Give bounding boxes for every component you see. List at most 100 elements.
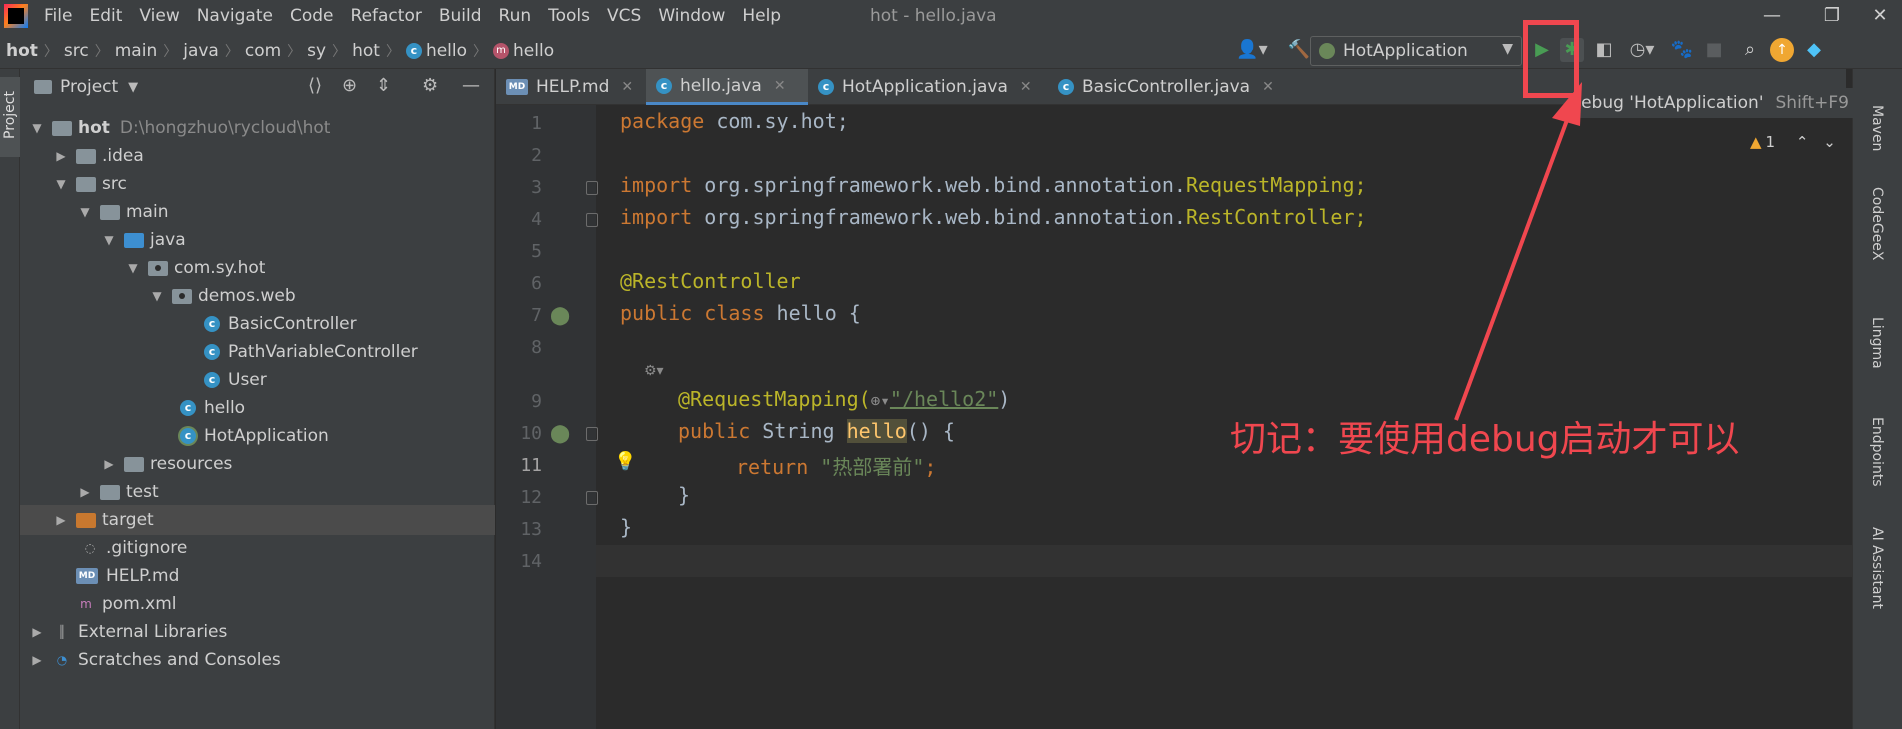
inspection-widget[interactable]: ▲ 1 ⌃ ⌄ bbox=[1750, 133, 1836, 151]
codegeex-tool-tab[interactable]: CodeGeeX bbox=[1853, 179, 1902, 289]
tab-help-md[interactable]: MD HELP.md ✕ bbox=[496, 69, 646, 105]
tree-item-label: main bbox=[126, 202, 169, 222]
tree-item-path-variable-controller[interactable]: c PathVariableController bbox=[20, 337, 495, 367]
tree-item-resources[interactable]: ▶ resources bbox=[20, 449, 495, 479]
chevron-down-icon[interactable]: ⌄ bbox=[1823, 133, 1836, 151]
chevron-right-icon: ▶ bbox=[32, 625, 42, 639]
maven-tool-tab[interactable]: Maven bbox=[1853, 69, 1902, 151]
ai-assistant-tool-tab[interactable]: AI Assistant bbox=[1853, 519, 1902, 649]
tree-item-java[interactable]: ▼ java bbox=[20, 225, 495, 255]
spring-bean-gutter-icon[interactable]: ⬤ bbox=[550, 305, 570, 326]
fold-marker-icon[interactable] bbox=[586, 213, 598, 227]
tree-item-idea[interactable]: ▶ .idea bbox=[20, 141, 495, 171]
tooltip-text: Debug 'HotApplication' bbox=[1568, 93, 1764, 113]
profile-icon[interactable]: ◷▾ bbox=[1622, 38, 1662, 62]
tab-hot-application-java[interactable]: c HotApplication.java ✕ bbox=[808, 69, 1038, 105]
stop-icon[interactable]: ■ bbox=[1702, 38, 1726, 62]
spring-boot-class-icon: c bbox=[180, 428, 196, 444]
close-icon[interactable]: ✕ bbox=[1262, 79, 1274, 95]
close-icon[interactable]: ✕ bbox=[621, 79, 633, 95]
lingma-tool-tab[interactable]: Lingma bbox=[1853, 309, 1902, 399]
hide-icon[interactable]: — bbox=[462, 75, 480, 96]
project-title[interactable]: Project bbox=[60, 77, 118, 97]
attach-debugger-icon[interactable]: 🐾 bbox=[1670, 38, 1694, 62]
search-icon[interactable]: ⌕ bbox=[1738, 38, 1762, 62]
code-token: org.springframework.web.bind.annotation. bbox=[692, 205, 1186, 229]
jetbrains-ai-icon[interactable]: ◆ bbox=[1802, 38, 1826, 62]
chevron-down-icon: ▼ bbox=[56, 177, 66, 191]
tree-item-basic-controller[interactable]: c BasicController bbox=[20, 309, 495, 339]
chevron-down-icon[interactable]: ▼ bbox=[128, 80, 138, 95]
line-number: 3 bbox=[531, 177, 542, 198]
tab-label: BasicController.java bbox=[1082, 77, 1251, 97]
code-token: public bbox=[678, 419, 751, 443]
tree-item-src[interactable]: ▼ src bbox=[20, 169, 495, 199]
gear-icon[interactable]: ⚙ bbox=[422, 75, 438, 96]
menu-file[interactable]: File bbox=[44, 6, 72, 26]
code-token[interactable]: "/hello2" bbox=[890, 387, 998, 411]
menu-view[interactable]: View bbox=[139, 6, 179, 26]
tree-item-hot-application[interactable]: c HotApplication bbox=[20, 421, 495, 451]
tool-tab-label: Lingma bbox=[1869, 317, 1885, 369]
project-tool-tab[interactable]: Project bbox=[0, 77, 20, 157]
fold-marker-icon[interactable] bbox=[586, 491, 598, 505]
tree-item-com-sy-hot[interactable]: ▼ com.sy.hot bbox=[20, 253, 495, 283]
request-mapping-gutter-icon[interactable]: ⬤ bbox=[550, 423, 570, 444]
tree-item-test[interactable]: ▶ test bbox=[20, 477, 495, 507]
menu-edit[interactable]: Edit bbox=[89, 6, 122, 26]
inlay-hint-icon[interactable]: ⚙▾ bbox=[644, 363, 664, 379]
code-token: RequestMapping; bbox=[1185, 173, 1367, 197]
endpoints-tool-tab[interactable]: Endpoints bbox=[1853, 409, 1902, 519]
close-button[interactable]: ✕ bbox=[1860, 2, 1900, 30]
menu-help[interactable]: Help bbox=[742, 6, 781, 26]
tree-item-external-libraries[interactable]: ▶ ║ External Libraries bbox=[20, 617, 495, 647]
code-token: import bbox=[620, 173, 693, 197]
menu-navigate[interactable]: Navigate bbox=[197, 6, 273, 26]
tree-item-help-md[interactable]: MD HELP.md bbox=[20, 561, 495, 591]
menu-build[interactable]: Build bbox=[439, 6, 482, 26]
menu-run[interactable]: Run bbox=[499, 6, 532, 26]
menu-window[interactable]: Window bbox=[658, 6, 725, 26]
tree-item-label: target bbox=[102, 510, 154, 530]
close-icon[interactable]: ✕ bbox=[1020, 79, 1032, 95]
tree-item-label: HELP.md bbox=[106, 566, 180, 586]
menu-vcs[interactable]: VCS bbox=[607, 6, 641, 26]
globe-icon[interactable]: ⊕▾ bbox=[871, 391, 890, 410]
code-token: com.sy.hot; bbox=[704, 109, 849, 133]
fold-marker-icon[interactable] bbox=[586, 427, 598, 441]
tree-item-user[interactable]: c User bbox=[20, 365, 495, 395]
update-icon[interactable]: ↑ bbox=[1770, 38, 1794, 62]
tree-item-target[interactable]: ▶ target bbox=[20, 505, 495, 535]
tab-hello-java[interactable]: c hello.java ✕ bbox=[646, 69, 808, 105]
tree-item-pom-xml[interactable]: m pom.xml bbox=[20, 589, 495, 619]
code-line-6: @RestController bbox=[620, 269, 801, 293]
tree-item-hello[interactable]: c hello bbox=[20, 393, 495, 423]
minimize-button[interactable]: — bbox=[1752, 2, 1792, 30]
tooltip-shortcut: Shift+F9 bbox=[1775, 93, 1849, 113]
tree-item-gitignore[interactable]: ◌ .gitignore bbox=[20, 533, 495, 563]
locate-icon[interactable]: ⊕ bbox=[342, 75, 357, 96]
menu-bar: File Edit View Navigate Code Refactor Bu… bbox=[0, 0, 1902, 32]
menu-refactor[interactable]: Refactor bbox=[351, 6, 422, 26]
window-title: hot - hello.java bbox=[870, 6, 997, 26]
lightbulb-icon[interactable]: 💡 bbox=[614, 451, 636, 472]
run-config-select[interactable]: HotApplication ▼ bbox=[1310, 36, 1522, 66]
collapse-all-icon[interactable]: ⇕ bbox=[376, 75, 391, 96]
chevron-right-icon: ▶ bbox=[56, 513, 66, 527]
tab-basic-controller-java[interactable]: c BasicController.java ✕ bbox=[1048, 69, 1288, 105]
tree-item-main[interactable]: ▼ main bbox=[20, 197, 495, 227]
tree-item-demos-web[interactable]: ▼ demos.web bbox=[20, 281, 495, 311]
tree-item-hot[interactable]: ▼ hot D:\hongzhuo\rycloud\hot bbox=[20, 113, 495, 143]
code-line-3: import org.springframework.web.bind.anno… bbox=[620, 173, 1367, 197]
menu-tools[interactable]: Tools bbox=[548, 6, 590, 26]
chevron-right-icon: ▶ bbox=[56, 149, 66, 163]
tree-item-scratches[interactable]: ▶ ◔ Scratches and Consoles bbox=[20, 645, 495, 675]
maximize-button[interactable]: ❐ bbox=[1812, 2, 1852, 30]
close-icon[interactable]: ✕ bbox=[774, 78, 786, 94]
select-opened-file-icon[interactable]: ⟨⟩ bbox=[308, 75, 322, 96]
menu-code[interactable]: Code bbox=[290, 6, 334, 26]
user-icon[interactable]: 👤▾ bbox=[1232, 38, 1272, 62]
run-with-coverage-icon[interactable]: ◧ bbox=[1592, 38, 1616, 62]
fold-marker-icon[interactable] bbox=[586, 181, 598, 195]
chevron-up-icon[interactable]: ⌃ bbox=[1796, 133, 1809, 151]
